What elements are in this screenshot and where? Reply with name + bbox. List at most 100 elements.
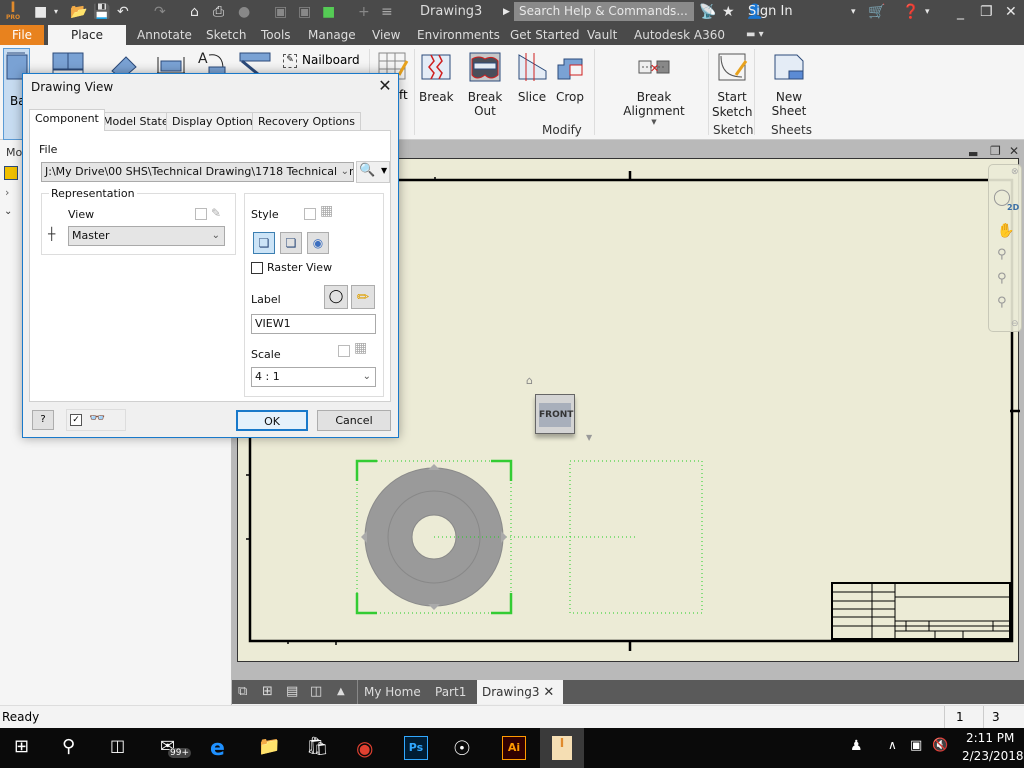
measure-icon[interactable]: +	[358, 3, 370, 21]
raster-view-checkbox[interactable]	[251, 262, 263, 274]
show-hidden-icons[interactable]: ∧	[888, 738, 897, 752]
file-path-dropdown[interactable]: J:\My Drive\00 SHS\Technical Drawing\171…	[41, 162, 354, 182]
tab-close-icon[interactable]: ✕	[543, 685, 554, 700]
tab-view[interactable]: View	[366, 25, 406, 45]
preview-toggle[interactable]: ✓ 👓	[66, 409, 126, 431]
break-alignment-button[interactable]: ✕ Break Alignment ▼	[606, 51, 702, 126]
zoom-all-icon[interactable]: ⚲	[997, 271, 1007, 286]
appearance-icon[interactable]: ●	[238, 3, 250, 21]
tab-drawing3[interactable]: Drawing3 ✕	[477, 680, 563, 704]
style-hidden-line-button[interactable]: ❏	[253, 232, 275, 254]
close-icon[interactable]: ✕	[1005, 3, 1017, 21]
tab-tools[interactable]: Tools	[255, 25, 297, 45]
tab-display-options[interactable]: Display Options	[166, 112, 265, 131]
restore-icon[interactable]: ❐	[980, 3, 993, 21]
edge-icon[interactable]: e	[210, 736, 234, 761]
viewcube-front-face[interactable]: FRONT	[539, 403, 573, 427]
sign-in-button[interactable]: Sign In	[748, 4, 793, 19]
start-sketch-button[interactable]: Start Sketch	[712, 51, 752, 120]
satellite-icon[interactable]: 📡	[699, 3, 716, 21]
dialog-close-icon[interactable]: ✕	[375, 76, 395, 96]
star-icon[interactable]: ★	[722, 3, 735, 21]
style-hidden-line-removed-button[interactable]: ❏	[280, 232, 302, 254]
tab-vault[interactable]: Vault	[581, 25, 623, 45]
pan-icon[interactable]: ✋	[997, 223, 1014, 239]
style-shaded-button[interactable]: ◉	[307, 232, 329, 254]
save-icon[interactable]: 💾	[93, 3, 110, 21]
help-dropdown-icon[interactable]: ▾	[925, 3, 930, 21]
network-icon[interactable]: ▣	[910, 738, 922, 753]
photoshop-icon[interactable]: Ps	[404, 736, 428, 760]
clock-time[interactable]: 2:11 PM	[966, 731, 1014, 745]
canvas-close-icon[interactable]: ✕	[1009, 144, 1019, 158]
help-button[interactable]: ?	[32, 410, 54, 430]
viewcube-home-icon[interactable]: ⌂	[526, 374, 533, 387]
slice-button[interactable]: Slice	[515, 51, 549, 104]
preview-checkbox[interactable]: ✓	[70, 414, 82, 426]
search-icon[interactable]: ⚲	[62, 736, 86, 760]
cancel-button[interactable]: Cancel	[317, 410, 391, 431]
ribbon-display-icon[interactable]: ▬ ▾	[740, 25, 770, 45]
view-representation-dropdown[interactable]: Master ⌄	[68, 226, 225, 246]
style-from-base-checkbox[interactable]	[304, 208, 316, 220]
new-sheet-button[interactable]: New Sheet	[758, 51, 820, 118]
print-icon[interactable]: ⎙	[213, 3, 224, 21]
tab-place-views[interactable]: Place Views	[48, 25, 126, 62]
collapse-node-icon[interactable]: ⌄	[4, 206, 12, 217]
clear-icon[interactable]: ▣	[298, 3, 311, 21]
crop-button[interactable]: Crop	[553, 51, 587, 104]
expand-node-icon[interactable]: ›	[5, 186, 9, 199]
cascade-icon[interactable]: ⧉	[238, 680, 247, 704]
view-associative-checkbox[interactable]	[195, 208, 207, 220]
canvas-restore-icon[interactable]: ❐	[990, 144, 1001, 158]
break-button[interactable]: Break	[419, 51, 454, 104]
customize-icon[interactable]: ≡	[381, 3, 393, 21]
break-alignment-dropdown-icon[interactable]: ▼	[606, 118, 702, 126]
viewcube[interactable]: FRONT	[535, 394, 575, 434]
redo-icon[interactable]: ↷	[154, 3, 166, 21]
view-label-input[interactable]: VIEW1	[251, 314, 376, 334]
zoom-window-icon[interactable]: ⚲	[997, 295, 1007, 310]
file-explorer-icon[interactable]: 📁	[258, 736, 282, 760]
new-dropdown-icon[interactable]: ▾	[54, 3, 58, 21]
break-out-button[interactable]: Break Out	[457, 51, 513, 118]
people-icon[interactable]: ♟	[850, 738, 863, 754]
tab-component[interactable]: Component	[29, 109, 105, 131]
cart-icon[interactable]: 🛒	[868, 3, 885, 21]
volume-muted-icon[interactable]: 🔇	[932, 738, 948, 753]
tab-manage[interactable]: Manage	[302, 25, 362, 45]
tile-icon[interactable]: ⊞	[262, 680, 273, 704]
tab-autodesk-a360[interactable]: Autodesk A360	[628, 25, 731, 45]
open-folder-icon[interactable]: 📂	[70, 3, 87, 21]
ok-button[interactable]: OK	[236, 410, 308, 431]
tab-file[interactable]: File	[0, 25, 44, 45]
windows-start-icon[interactable]: ⊞	[14, 736, 38, 760]
update-icon[interactable]: ■	[322, 3, 335, 21]
store-icon[interactable]: 🛍	[306, 736, 330, 760]
scale-from-base-checkbox[interactable]	[338, 345, 350, 357]
edit-label-button[interactable]: ✏	[351, 285, 375, 309]
signin-dropdown-icon[interactable]: ▾	[851, 3, 856, 21]
tab-my-home[interactable]: My Home	[364, 680, 421, 704]
help-icon[interactable]: ❓	[902, 3, 919, 21]
minimize-icon[interactable]: _	[957, 3, 964, 21]
section-view-icon[interactable]	[155, 53, 187, 75]
tab-environments[interactable]: Environments	[411, 25, 506, 45]
expand-arrow-icon[interactable]: ▶	[503, 3, 510, 21]
app-circle-icon[interactable]: ☉	[453, 736, 477, 760]
clock-date[interactable]: 2/23/2018	[962, 749, 1024, 763]
undo-icon[interactable]: ↶	[117, 3, 129, 21]
app-logo[interactable]: I PRO	[3, 1, 23, 23]
home-icon[interactable]: ⌂	[190, 3, 199, 21]
drawing-node-icon[interactable]	[4, 166, 18, 180]
tile-vertical-icon[interactable]: ◫	[310, 680, 322, 704]
tab-model-state[interactable]: Model State	[97, 112, 175, 131]
viewcube-menu-icon[interactable]: ▼	[586, 433, 592, 442]
task-view-icon[interactable]: ◫	[110, 736, 134, 760]
zoom-icon[interactable]: ⚲	[997, 247, 1007, 262]
illustrator-icon[interactable]: Ai	[502, 736, 526, 760]
nailboard-button[interactable]: Nailboard	[302, 53, 360, 67]
tab-recovery-options[interactable]: Recovery Options	[252, 112, 361, 131]
tile-horizontal-icon[interactable]: ▤	[286, 680, 298, 704]
chrome-icon[interactable]: ◉	[356, 736, 380, 760]
